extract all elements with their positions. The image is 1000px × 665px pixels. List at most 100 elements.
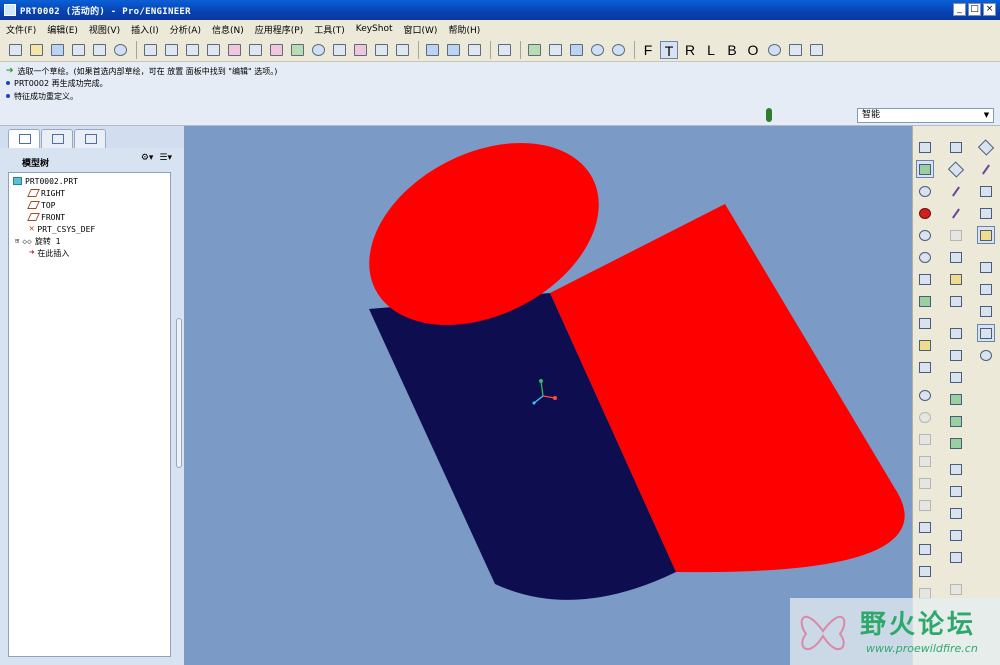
reorient-icon[interactable] [916, 292, 934, 310]
menu-keyshot[interactable]: KeyShot [356, 24, 393, 34]
undo-icon[interactable] [916, 386, 934, 404]
enhanced-realism-icon[interactable] [977, 346, 995, 364]
tree-node-front[interactable]: FRONT [27, 211, 65, 223]
navigator-sash[interactable] [176, 318, 182, 468]
smiley-icon[interactable] [765, 41, 783, 59]
draft-icon[interactable] [309, 41, 327, 59]
tree-node-csys[interactable]: ✕ PRT_CSYS_DEF [29, 223, 95, 235]
window-open-icon[interactable] [444, 41, 462, 59]
redo-icon[interactable] [916, 408, 934, 426]
axis-display-icon[interactable] [977, 160, 995, 178]
paste-icon[interactable] [916, 474, 934, 492]
dimension-icon[interactable] [393, 41, 411, 59]
menu-insert[interactable]: 插入(I) [131, 23, 159, 36]
robot-icon[interactable] [807, 41, 825, 59]
zoom-in-icon[interactable] [916, 226, 934, 244]
revolve-tool-icon[interactable] [947, 346, 965, 364]
regenerate-icon[interactable] [141, 41, 159, 59]
cut-icon[interactable] [916, 430, 934, 448]
expand-icon[interactable]: ⊞ [15, 237, 19, 245]
save-icon[interactable] [48, 41, 66, 59]
chain-icon[interactable] [947, 292, 965, 310]
shading-icon[interactable] [977, 324, 995, 342]
csys-display-icon[interactable] [977, 204, 995, 222]
keyshot-icon[interactable] [588, 41, 606, 59]
paste-special-icon[interactable] [916, 496, 934, 514]
minimize-button[interactable]: _ [953, 3, 966, 16]
graphics-viewport[interactable] [184, 126, 912, 665]
layer-icon[interactable] [183, 41, 201, 59]
new-file-icon[interactable] [6, 41, 24, 59]
menu-window[interactable]: 窗口(W) [404, 23, 438, 36]
scene-icon[interactable] [546, 41, 564, 59]
annotation-display-icon[interactable] [977, 226, 995, 244]
show-menu-icon[interactable]: ☰▾ [159, 153, 172, 163]
datum-tag-icon[interactable] [977, 138, 995, 156]
extrude-icon[interactable] [947, 324, 965, 342]
point-display-icon[interactable] [977, 182, 995, 200]
pattern-icon[interactable] [947, 460, 965, 478]
view-bottom-button[interactable]: B [723, 41, 741, 59]
tree-node-insert-here[interactable]: ➜ 在此插入 [29, 247, 69, 259]
orient-icon[interactable] [162, 41, 180, 59]
datum-plane-tool-icon[interactable] [947, 138, 965, 156]
round-icon[interactable] [947, 390, 965, 408]
menu-analysis[interactable]: 分析(A) [170, 23, 201, 36]
print-icon[interactable] [69, 41, 87, 59]
render-icon[interactable] [567, 41, 585, 59]
wireframe-icon[interactable] [977, 258, 995, 276]
offset-icon[interactable] [947, 548, 965, 566]
slope-icon[interactable] [330, 41, 348, 59]
regeneration-status-icon[interactable] [766, 108, 772, 122]
curve-icon[interactable] [947, 204, 965, 222]
family-table-icon[interactable] [495, 41, 513, 59]
open-folder-icon[interactable] [27, 41, 45, 59]
window-activate-icon[interactable] [423, 41, 441, 59]
hidden-line-icon[interactable] [977, 280, 995, 298]
view-front-button[interactable]: F [639, 41, 657, 59]
find-icon[interactable] [916, 540, 934, 558]
menu-info[interactable]: 信息(N) [212, 23, 244, 36]
selection-filter-select[interactable]: 智能 ▼ [857, 108, 994, 123]
appearance-ball-icon[interactable] [916, 204, 934, 222]
mirror-disabled-icon[interactable] [947, 580, 965, 598]
tree-node-right[interactable]: RIGHT [27, 187, 65, 199]
zoom-out-icon[interactable] [916, 248, 934, 266]
variable-section-icon[interactable] [947, 368, 965, 386]
window-close-icon[interactable] [465, 41, 483, 59]
saved-views-icon[interactable] [916, 314, 934, 332]
tab-favorites[interactable] [74, 129, 106, 148]
csys-tool-icon[interactable] [947, 248, 965, 266]
view-isometric-button[interactable]: O [744, 41, 762, 59]
reflection-icon[interactable] [351, 41, 369, 59]
mirror-icon[interactable] [947, 482, 965, 500]
refit-icon[interactable] [916, 270, 934, 288]
menu-view[interactable]: 视图(V) [89, 23, 120, 36]
view-top-button[interactable]: T [660, 40, 678, 59]
sketch-icon[interactable] [916, 138, 934, 156]
menu-help[interactable]: 帮助(H) [448, 23, 480, 36]
datum-display-icon[interactable] [916, 160, 934, 178]
appearance-icon[interactable] [525, 41, 543, 59]
menu-tools[interactable]: 工具(T) [314, 23, 345, 36]
trim-icon[interactable] [947, 526, 965, 544]
plane-icon[interactable] [947, 160, 965, 178]
tree-node-top[interactable]: TOP [27, 199, 55, 211]
maximize-button[interactable]: □ [968, 3, 981, 16]
select-box-icon[interactable] [916, 562, 934, 580]
analysis-feature-icon[interactable] [947, 270, 965, 288]
layers-icon[interactable] [916, 336, 934, 354]
spin-center-icon[interactable] [916, 182, 934, 200]
model-tree-icon[interactable] [204, 41, 222, 59]
send-icon[interactable] [111, 41, 129, 59]
analysis-icon[interactable] [225, 41, 243, 59]
stack-icon[interactable] [786, 41, 804, 59]
view-left-button[interactable]: L [702, 41, 720, 59]
view-manager-icon[interactable] [916, 358, 934, 376]
draft-tool-icon[interactable] [947, 434, 965, 452]
settings-icon[interactable]: ⚙▾ [141, 153, 154, 163]
tree-node-part[interactable]: PRT0002.PRT [13, 175, 78, 187]
curvature-icon[interactable] [246, 41, 264, 59]
copy-icon[interactable] [916, 452, 934, 470]
tab-model-tree[interactable] [8, 129, 40, 148]
